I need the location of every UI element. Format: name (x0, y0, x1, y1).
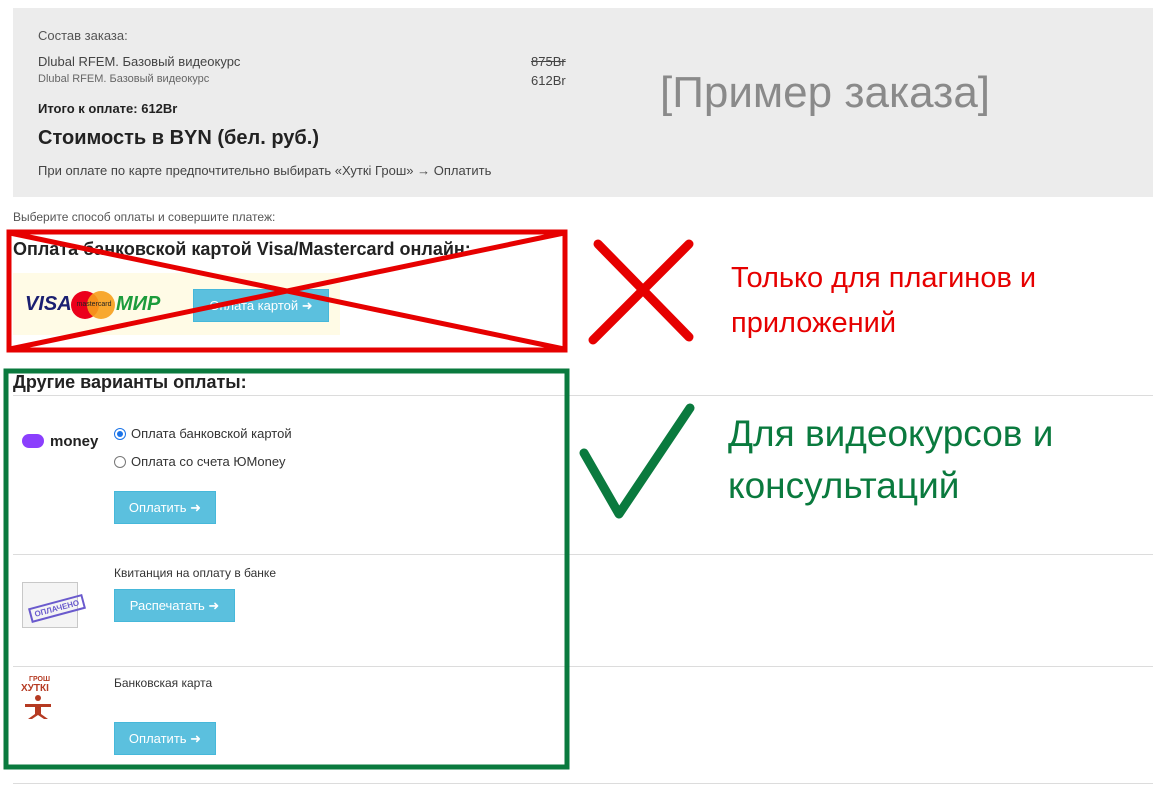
annotation-overlay (3, 229, 695, 770)
green-checkmark-icon (579, 403, 695, 519)
annotation-not-allowed: Только для плагинов и приложений (731, 262, 1037, 339)
annotation-allowed: Для видеокурсов и консультаций (728, 413, 1054, 506)
green-frame (3, 368, 570, 770)
